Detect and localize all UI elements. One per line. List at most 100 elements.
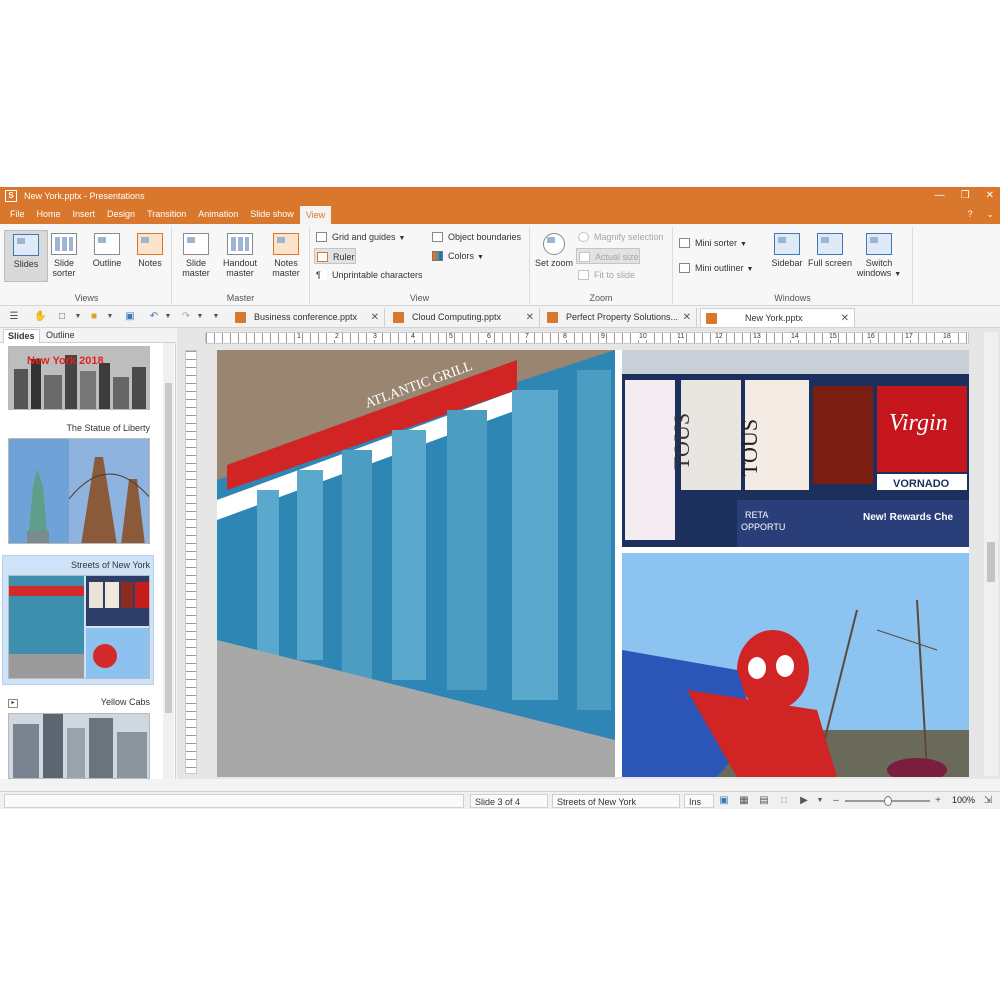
notes-master-button[interactable]: Notes master: [264, 230, 308, 282]
insert-mode[interactable]: Ins: [684, 794, 714, 808]
billboard-virgin: Virgin: [889, 410, 948, 436]
ruler-tick: 12: [714, 333, 724, 340]
slide-thumb-3[interactable]: [8, 575, 150, 679]
views-group: Slides Slide sorter Outline Notes Views: [2, 227, 172, 304]
handout-master-button[interactable]: Handout master: [218, 230, 262, 282]
mini-sorter-icon: [679, 238, 690, 248]
ribbon: Slides Slide sorter Outline Notes Views …: [0, 224, 1000, 306]
tab-design[interactable]: Design: [101, 204, 141, 224]
close-tab-icon[interactable]: ✕: [841, 309, 849, 328]
tab-slide-show[interactable]: Slide show: [244, 204, 300, 224]
slide-list: New York 2018 The Statue of Liberty Stre: [0, 343, 163, 779]
vertical-ruler[interactable]: [185, 350, 197, 774]
chevron-down-icon[interactable]: ▼: [814, 795, 826, 807]
new-document-icon[interactable]: □: [56, 311, 68, 323]
zoom-slider[interactable]: [845, 796, 930, 806]
sorter-view-icon[interactable]: ▦: [738, 795, 750, 807]
scrollbar-thumb[interactable]: [987, 542, 995, 582]
panel-tabs: Slides Outline: [0, 328, 176, 343]
fit-to-slide-icon: [578, 270, 589, 280]
billboard-opportu: OPPORTU: [741, 522, 785, 532]
doc-tab-new-york[interactable]: New York.pptx ✕: [700, 308, 855, 327]
zoom-slider-knob[interactable]: [883, 796, 892, 806]
sidebar-button[interactable]: Sidebar: [765, 230, 809, 282]
chevron-down-icon[interactable]: ▼: [194, 311, 206, 323]
ribbon-expand-icon[interactable]: ⌄: [986, 209, 994, 220]
ruler-toggle[interactable]: Ruler: [314, 248, 356, 264]
slide-thumb-2[interactable]: [8, 438, 150, 544]
restore-icon[interactable]: ❐: [961, 190, 970, 201]
chevron-down-icon[interactable]: ▼: [104, 311, 116, 323]
help-icon[interactable]: ?: [967, 209, 972, 219]
tab-insert[interactable]: Insert: [67, 204, 102, 224]
outline-view-icon[interactable]: ▤: [758, 795, 770, 807]
slide-sorter-icon: [51, 233, 77, 255]
fit-to-slide-button[interactable]: Fit to slide: [576, 267, 635, 283]
chevron-down-icon[interactable]: ▼: [210, 311, 222, 323]
views-group-label: Views: [74, 293, 99, 303]
slide-title-4: Yellow Cabs: [100, 697, 150, 707]
menu-icon[interactable]: ☰: [8, 311, 20, 323]
notes-view-icon[interactable]: □: [778, 795, 790, 807]
slideshow-icon[interactable]: ▶: [798, 795, 810, 807]
outline-button[interactable]: Outline: [85, 230, 129, 282]
close-tab-icon[interactable]: ✕: [526, 308, 534, 327]
tab-slides[interactable]: Slides: [3, 329, 40, 343]
billboards-photo: TOUS TOUS Virgin VORNADO New! Rewards Ch…: [622, 350, 969, 547]
save-icon[interactable]: ▣: [124, 311, 136, 323]
tab-transition[interactable]: Transition: [141, 204, 192, 224]
chevron-down-icon[interactable]: ▼: [162, 311, 174, 323]
title-bar: S New York.pptx - Presentations — ❐ ✕: [0, 187, 1000, 204]
doc-tab-label: New York.pptx: [745, 313, 803, 323]
current-slide[interactable]: ATLANTIC GRILL TOUS TOUS Virgin VORNADO …: [217, 350, 969, 777]
doc-tab-business-conference[interactable]: Business conference.pptx ✕: [230, 308, 385, 327]
full-screen-label: Full screen: [808, 258, 853, 268]
colors-button[interactable]: Colors ▼: [430, 248, 484, 264]
zoom-group: Set zoom Magnify selection Actual size F…: [530, 227, 673, 304]
unprintable-characters-toggle[interactable]: ¶ Unprintable characters: [314, 267, 423, 283]
ruler-tick: 15: [828, 333, 838, 340]
slide-list-scrollbar[interactable]: [163, 343, 174, 779]
open-folder-icon[interactable]: ■: [88, 311, 100, 323]
notes-button[interactable]: Notes: [128, 230, 172, 282]
doc-tab-perfect-property[interactable]: Perfect Property Solutions... ✕: [542, 308, 697, 327]
billboard-vornado: VORNADO: [893, 478, 950, 490]
magnify-selection-button[interactable]: Magnify selection: [576, 229, 664, 245]
windows-group: Mini sorter ▼ Mini outliner ▼ Sidebar Full…: [673, 227, 913, 304]
doc-tab-cloud-computing[interactable]: Cloud Computing.pptx ✕: [388, 308, 540, 327]
app-icon: S: [5, 189, 17, 202]
close-tab-icon[interactable]: ✕: [683, 308, 691, 327]
slide-master-button[interactable]: Slide master: [174, 230, 218, 282]
undo-icon[interactable]: ↶: [148, 311, 160, 323]
mini-sorter-button[interactable]: Mini sorter ▼: [677, 235, 747, 251]
zoom-in-icon[interactable]: +: [932, 795, 944, 807]
grid-and-guides-button[interactable]: Grid and guides ▼: [314, 229, 405, 245]
set-zoom-button[interactable]: Set zoom: [532, 230, 576, 282]
actual-size-button[interactable]: Actual size: [576, 248, 640, 264]
tab-home[interactable]: Home: [31, 204, 67, 224]
tab-outline[interactable]: Outline: [42, 329, 79, 343]
redo-icon[interactable]: ↷: [180, 311, 192, 323]
chevron-down-icon[interactable]: ▼: [72, 311, 84, 323]
slide-thumb-4[interactable]: [8, 713, 150, 779]
tab-view[interactable]: View: [299, 206, 332, 224]
tab-animation[interactable]: Animation: [192, 204, 244, 224]
scrollbar-thumb[interactable]: [165, 383, 172, 713]
slide-thumb-1[interactable]: New York 2018: [8, 346, 150, 410]
full-screen-button[interactable]: Full screen: [808, 230, 852, 282]
minimize-icon[interactable]: —: [935, 190, 945, 201]
normal-view-icon[interactable]: ▣: [718, 795, 730, 807]
tab-file[interactable]: File: [4, 204, 31, 224]
close-tab-icon[interactable]: ✕: [371, 308, 379, 327]
horizontal-ruler[interactable]: 1 2 3 4 5 6 7 8 9 10 11 12 13 14 15 16 1…: [205, 332, 969, 344]
ruler-tick: 11: [676, 333, 686, 340]
touch-mode-icon[interactable]: ✋: [34, 311, 46, 323]
resize-grip-icon[interactable]: ⇲: [982, 795, 994, 807]
object-boundaries-toggle[interactable]: Object boundaries: [430, 229, 521, 245]
switch-windows-button[interactable]: Switch windows ▼: [853, 230, 905, 282]
slide-sorter-button[interactable]: Slide sorter: [42, 230, 86, 282]
close-icon[interactable]: ✕: [986, 190, 994, 201]
canvas-scrollbar[interactable]: [984, 332, 998, 776]
zoom-out-icon[interactable]: –: [830, 795, 842, 807]
mini-outliner-button[interactable]: Mini outliner ▼: [677, 260, 753, 276]
